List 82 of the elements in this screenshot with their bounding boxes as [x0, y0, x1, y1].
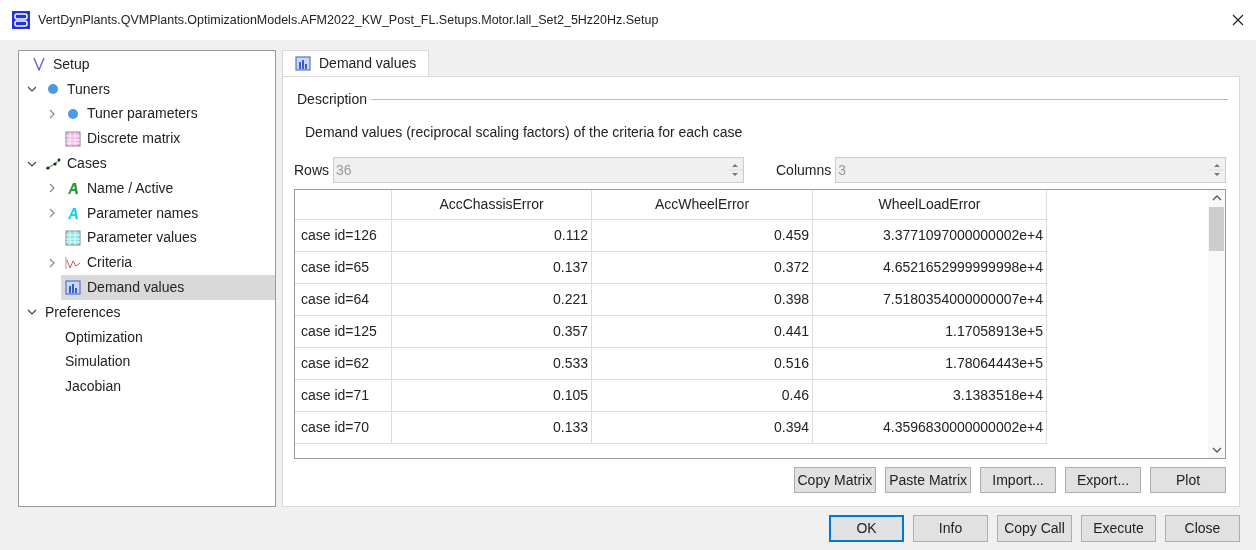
table-cell: 0.112 — [392, 220, 592, 252]
chevron-right-icon[interactable] — [47, 257, 57, 268]
table-cell: 1.17058913e+5 — [813, 316, 1047, 348]
grid-icon — [65, 130, 81, 147]
app-icon — [12, 11, 30, 29]
tree-item[interactable]: Parameter values — [61, 225, 275, 251]
scroll-down-icon[interactable] — [1211, 447, 1222, 454]
table-cell: 4.6521652999999998e+4 — [813, 252, 1047, 284]
tab[interactable]: Demand values — [282, 50, 430, 76]
field-label: Columns — [776, 160, 832, 180]
table-cell: 0.459 — [592, 220, 813, 252]
table-cell: 0.137 — [392, 252, 592, 284]
tree-item[interactable]: Discrete matrix — [61, 126, 275, 152]
window-title: VertDynPlants.QVMPlants.OptimizationModels.AFM2022_KW_Post_FL.Setups.Motor.lall_Set2_5Hz20Hz.Setup — [38, 11, 660, 29]
table-cell: 0.533 — [392, 348, 592, 380]
chevron-right-icon[interactable] — [47, 183, 57, 194]
matrix-button[interactable]: Export... — [1065, 467, 1141, 493]
tree-item[interactable]: Setup — [27, 52, 275, 77]
table-cell: 3.1383518e+4 — [813, 380, 1047, 412]
scroll-thumb[interactable] — [1209, 207, 1224, 251]
tree-item[interactable]: Simulation — [61, 349, 275, 375]
row-header[interactable]: case id=126 — [295, 220, 392, 252]
row-header[interactable]: case id=70 — [295, 412, 392, 444]
dot-icon — [67, 108, 79, 120]
dialog-button[interactable]: Info — [913, 515, 988, 542]
row-header[interactable]: case id=125 — [295, 316, 392, 348]
tree-item[interactable]: Name / Active — [61, 176, 275, 201]
table-cell: 0.441 — [592, 316, 813, 348]
v-shape-icon — [33, 57, 45, 72]
row-header[interactable]: case id=65 — [295, 252, 392, 284]
tree-item[interactable]: Criteria — [61, 250, 275, 276]
description-text: Demand values (reciprocal scaling factors) of the criteria for each case — [304, 123, 744, 142]
table-cell: 3.3771097000000002e+4 — [813, 220, 1047, 252]
row-header[interactable]: case id=71 — [295, 380, 392, 412]
tree-item[interactable]: Preferences — [41, 299, 275, 325]
tree-item[interactable]: Optimization — [61, 324, 275, 350]
close-icon[interactable] — [1232, 14, 1244, 26]
matrix-button[interactable]: Import... — [980, 467, 1056, 493]
dialog-button[interactable]: Close — [1165, 515, 1240, 542]
grid-icon — [65, 229, 81, 246]
table-cell: 0.133 — [392, 412, 592, 444]
letter-icon — [67, 206, 79, 220]
line-chart-icon — [65, 255, 81, 270]
table-cell: 0.105 — [392, 380, 592, 412]
scroll-up-icon[interactable] — [1211, 194, 1222, 201]
dialog-button[interactable]: Copy Call — [997, 515, 1072, 542]
row-header[interactable]: case id=62 — [295, 348, 392, 380]
chevron-right-icon[interactable] — [47, 109, 57, 119]
tree-item[interactable]: Demand values — [61, 275, 275, 300]
scrollbar[interactable] — [1208, 190, 1225, 458]
chevron-right-icon[interactable] — [47, 208, 57, 219]
tree-item[interactable]: Cases — [41, 151, 275, 176]
dot-icon — [47, 83, 59, 96]
bar-chart-icon — [65, 280, 81, 296]
matrix-button[interactable]: Plot — [1150, 467, 1226, 493]
tree-item[interactable]: Tuner parameters — [61, 101, 275, 127]
table-cell: 7.5180354000000007e+4 — [813, 284, 1047, 316]
tree-item[interactable]: Parameter names — [61, 200, 275, 226]
tree-item[interactable]: Tuners — [41, 76, 275, 102]
section-heading: Description — [297, 90, 368, 109]
column-header[interactable]: AccWheelError — [592, 190, 813, 220]
scatter-icon — [45, 157, 61, 170]
matrix-button[interactable]: Copy Matrix — [793, 467, 877, 493]
field-label: Rows — [294, 160, 329, 180]
table-cell: 4.3596830000000002e+4 — [813, 412, 1047, 444]
table-cell: 1.78064443e+5 — [813, 348, 1047, 380]
matrix-button[interactable]: Paste Matrix — [885, 467, 971, 493]
table-cell: 0.221 — [392, 284, 592, 316]
letter-icon — [67, 181, 79, 195]
table-cell: 0.398 — [592, 284, 813, 316]
table-cell: 0.372 — [592, 252, 813, 284]
bar-chart-icon — [295, 56, 311, 71]
table-cell: 0.394 — [592, 412, 813, 444]
table-cell: 0.357 — [392, 316, 592, 348]
column-header[interactable]: WheelLoadError — [813, 190, 1047, 220]
row-header[interactable]: case id=64 — [295, 284, 392, 316]
dialog-button[interactable]: Execute — [1081, 515, 1156, 542]
table-cell: 0.46 — [592, 380, 813, 412]
column-header[interactable]: AccChassisError — [392, 190, 592, 220]
table-cell: 0.516 — [592, 348, 813, 380]
tree-item[interactable]: Jacobian — [61, 374, 275, 400]
dialog-button[interactable]: OK — [829, 515, 904, 542]
